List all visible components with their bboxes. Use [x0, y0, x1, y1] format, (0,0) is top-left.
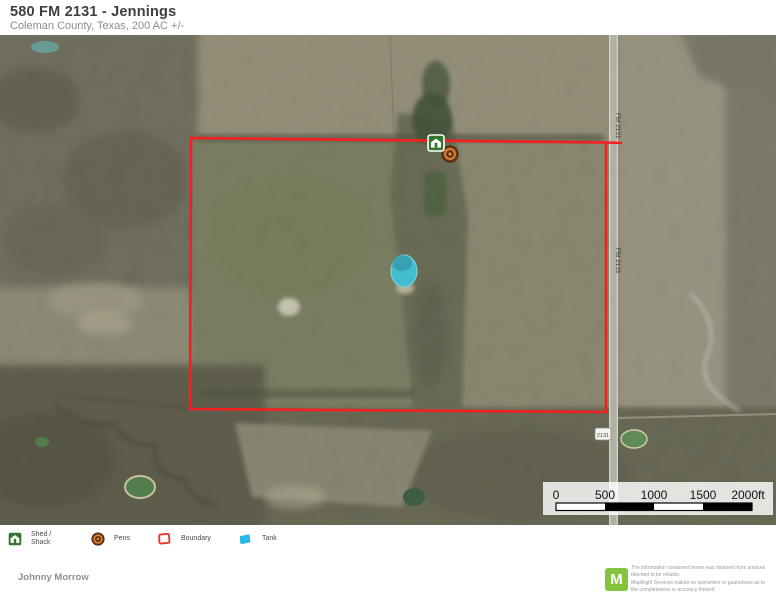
texture-fine — [0, 35, 776, 525]
shed-legend-icon — [8, 532, 22, 546]
scalebar-label-1500: 1500 — [690, 488, 717, 502]
map-report-page: 580 FM 2131 - Jennings Coleman County, T… — [0, 0, 776, 600]
legend-item-shed-shack: Shed / Shack — [8, 531, 65, 547]
legend-label: Boundary — [181, 535, 211, 543]
scalebar-label-1000: 1000 — [641, 488, 668, 502]
legend-item-pens: Pens — [91, 532, 130, 546]
map-canvas[interactable]: FM 2131 FM 2131 2131 — [0, 35, 776, 525]
scalebar-label-2000ft: 2000ft — [731, 488, 765, 502]
boundary-legend-icon — [156, 532, 172, 546]
scalebar-label-500: 500 — [595, 488, 615, 502]
scalebar: 0 500 1000 1500 2000ft — [543, 482, 773, 515]
attribution: M The information contained herein was o… — [605, 565, 773, 595]
highway-shield: 2131 — [595, 428, 611, 440]
shed-marker[interactable] — [428, 135, 444, 151]
mapright-logo: M — [605, 568, 628, 591]
attribution-line-2: MapRight Services makes no warranties or… — [631, 580, 773, 594]
legend-bar: Shed / Shack Pens Boundary Tank — [0, 525, 776, 553]
legend-item-tank: Tank — [237, 532, 277, 546]
tank-legend-icon — [237, 532, 253, 546]
aerial-map-svg: FM 2131 FM 2131 2131 — [0, 35, 776, 525]
attribution-line-1: The information contained herein was obt… — [631, 565, 773, 579]
header: 580 FM 2131 - Jennings Coleman County, T… — [0, 0, 776, 35]
attribution-text: The information contained herein was obt… — [631, 565, 773, 595]
highway-shield-label: 2131 — [597, 433, 609, 439]
scalebar-label-0: 0 — [553, 488, 560, 502]
author-name: Johnny Morrow — [18, 572, 89, 583]
legend-label: Pens — [114, 535, 130, 543]
page-title: 580 FM 2131 - Jennings — [10, 4, 176, 20]
pens-legend-icon — [91, 532, 105, 546]
legend-label: Shed / Shack — [31, 531, 65, 547]
legend-item-boundary: Boundary — [156, 532, 211, 546]
legend-label: Tank — [262, 535, 277, 543]
page-subtitle: Coleman County, Texas, 200 AC +/- — [10, 20, 184, 32]
